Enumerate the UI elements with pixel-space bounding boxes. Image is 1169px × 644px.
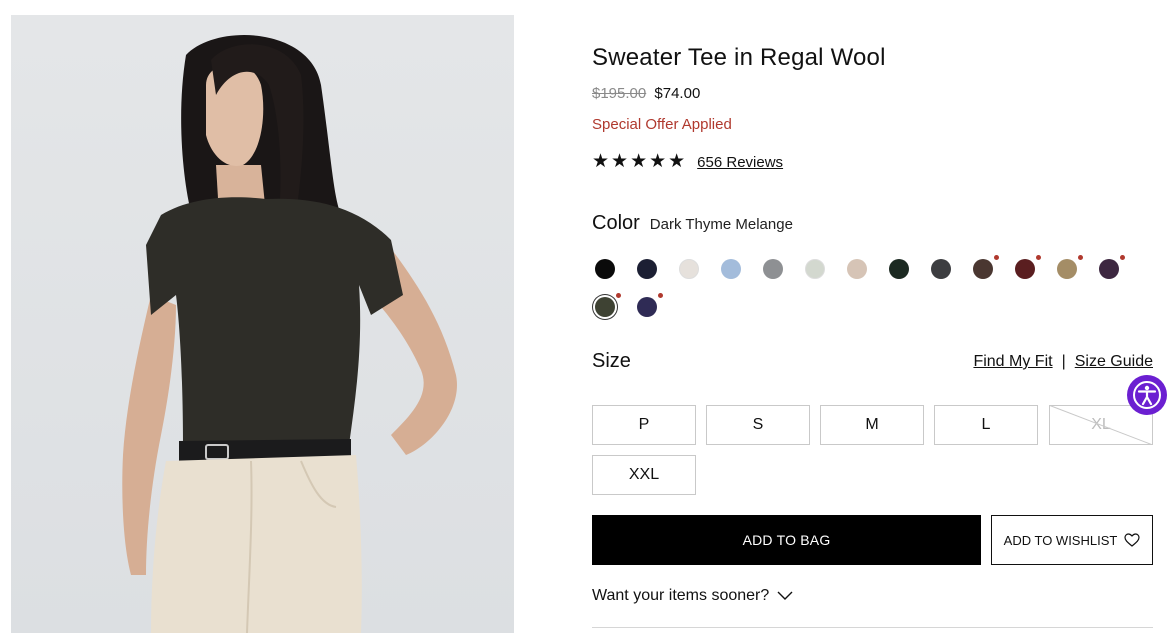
rating-row: ★★★★★ 656 Reviews	[592, 152, 783, 172]
rating-stars: ★★★★★	[592, 151, 688, 172]
swatch-indicator-dot	[658, 293, 663, 298]
size-links-separator: |	[1061, 353, 1066, 370]
swatch-indicator-dot	[616, 293, 621, 298]
product-image	[11, 15, 514, 633]
color-swatch[interactable]	[931, 259, 951, 279]
original-price: $195.00	[592, 85, 647, 102]
color-heading: Color Dark Thyme Melange	[592, 212, 793, 235]
accessibility-icon	[1133, 381, 1161, 409]
color-swatch[interactable]	[973, 255, 999, 279]
size-option-p[interactable]: P	[592, 405, 696, 445]
color-swatch[interactable]	[679, 259, 699, 279]
special-offer-text: Special Offer Applied	[592, 116, 732, 133]
chevron-down-icon	[777, 591, 793, 600]
size-label: Size	[592, 350, 631, 372]
sale-price: $74.00	[654, 85, 701, 102]
delivery-options-toggle[interactable]: Want your items sooner?	[592, 587, 793, 605]
add-to-bag-button[interactable]: ADD TO BAG	[592, 515, 981, 565]
heart-icon	[1124, 533, 1140, 547]
color-swatch[interactable]	[889, 259, 909, 279]
color-swatch[interactable]	[847, 259, 867, 279]
color-swatch[interactable]	[595, 293, 621, 317]
color-label: Color	[592, 212, 640, 234]
find-my-fit-link[interactable]: Find My Fit	[973, 353, 1052, 371]
color-swatch[interactable]	[763, 259, 783, 279]
color-swatch[interactable]	[805, 259, 825, 279]
size-option-m[interactable]: M	[820, 405, 924, 445]
swatch-indicator-dot	[1120, 255, 1125, 260]
swatch-indicator-dot	[1078, 255, 1083, 260]
size-option-s[interactable]: S	[706, 405, 810, 445]
color-swatch[interactable]	[1057, 255, 1083, 279]
size-option-xxl[interactable]: XXL	[592, 455, 696, 495]
delivery-options-label: Want your items sooner?	[592, 587, 770, 604]
add-to-wishlist-label: ADD TO WISHLIST	[1003, 532, 1118, 548]
color-swatch[interactable]	[637, 259, 657, 279]
section-divider	[592, 627, 1153, 628]
selected-color-name: Dark Thyme Melange	[649, 216, 793, 233]
accessibility-button[interactable]	[1127, 375, 1167, 415]
size-links: Find My Fit | Size Guide	[973, 353, 1153, 371]
color-swatch[interactable]	[637, 293, 663, 317]
color-swatch[interactable]	[1015, 255, 1041, 279]
color-swatch[interactable]	[1099, 255, 1125, 279]
swatch-indicator-dot	[994, 255, 999, 260]
product-title: Sweater Tee in Regal Wool	[592, 44, 886, 71]
color-swatch[interactable]	[721, 259, 741, 279]
color-swatch[interactable]	[595, 259, 615, 279]
swatch-indicator-dot	[1036, 255, 1041, 260]
model-illustration	[122, 35, 457, 633]
price-row: $195.00 $74.00	[592, 85, 700, 102]
add-to-wishlist-button[interactable]: ADD TO WISHLIST	[991, 515, 1153, 565]
add-to-bag-label: ADD TO BAG	[742, 532, 831, 548]
size-option-l[interactable]: L	[934, 405, 1038, 445]
reviews-link[interactable]: 656 Reviews	[697, 154, 783, 171]
size-guide-link[interactable]: Size Guide	[1075, 353, 1153, 371]
